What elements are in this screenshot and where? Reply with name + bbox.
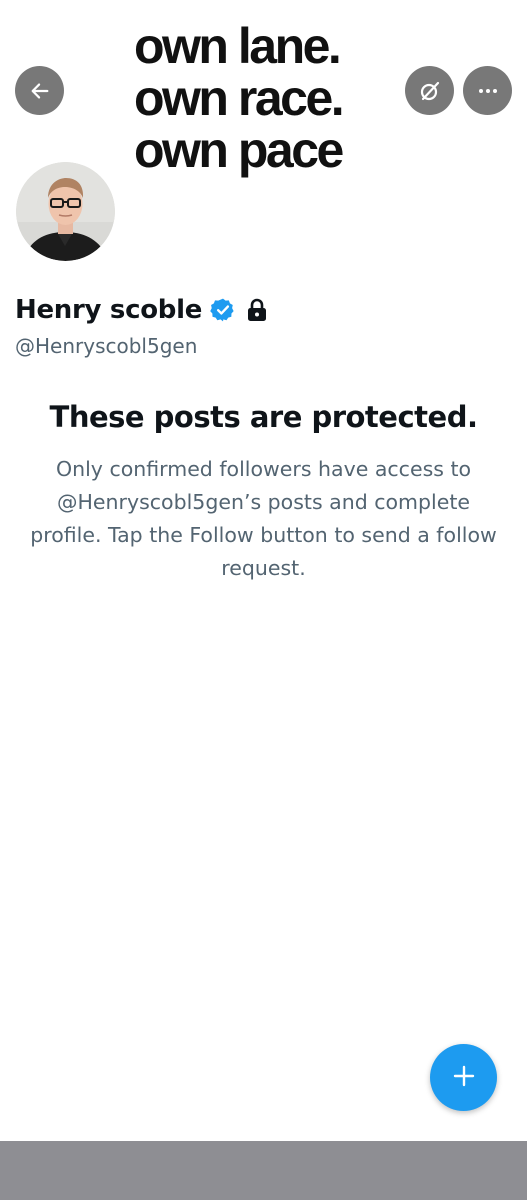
- plus-icon: [452, 1064, 476, 1092]
- more-horizontal-icon: [476, 79, 500, 103]
- protected-title: These posts are protected.: [49, 400, 478, 434]
- avatar[interactable]: [13, 159, 118, 264]
- profile-handle: @Henryscobl5gen: [15, 334, 198, 358]
- grok-button[interactable]: [405, 66, 454, 115]
- display-name: Henry scoble: [15, 295, 203, 325]
- profile-name-row: Henry scoble: [15, 292, 268, 328]
- protected-body: Only confirmed followers have access to …: [30, 457, 497, 580]
- lock-icon: [246, 298, 268, 322]
- back-button[interactable]: [15, 66, 64, 115]
- compose-fab-button[interactable]: [430, 1044, 497, 1111]
- banner-line: own race.: [134, 70, 345, 126]
- more-button[interactable]: [463, 66, 512, 115]
- verified-badge-icon[interactable]: [210, 297, 236, 323]
- bottom-system-bar: [0, 1141, 527, 1200]
- banner-line: own lane.: [134, 18, 342, 74]
- banner-line: own pace: [134, 122, 344, 178]
- arrow-left-icon: [29, 80, 51, 102]
- grok-icon: [418, 79, 442, 103]
- banner-text: own lane. own race. own pace: [134, 20, 396, 176]
- profile-screen: own lane. own race. own pace Henry scobl…: [0, 0, 527, 1200]
